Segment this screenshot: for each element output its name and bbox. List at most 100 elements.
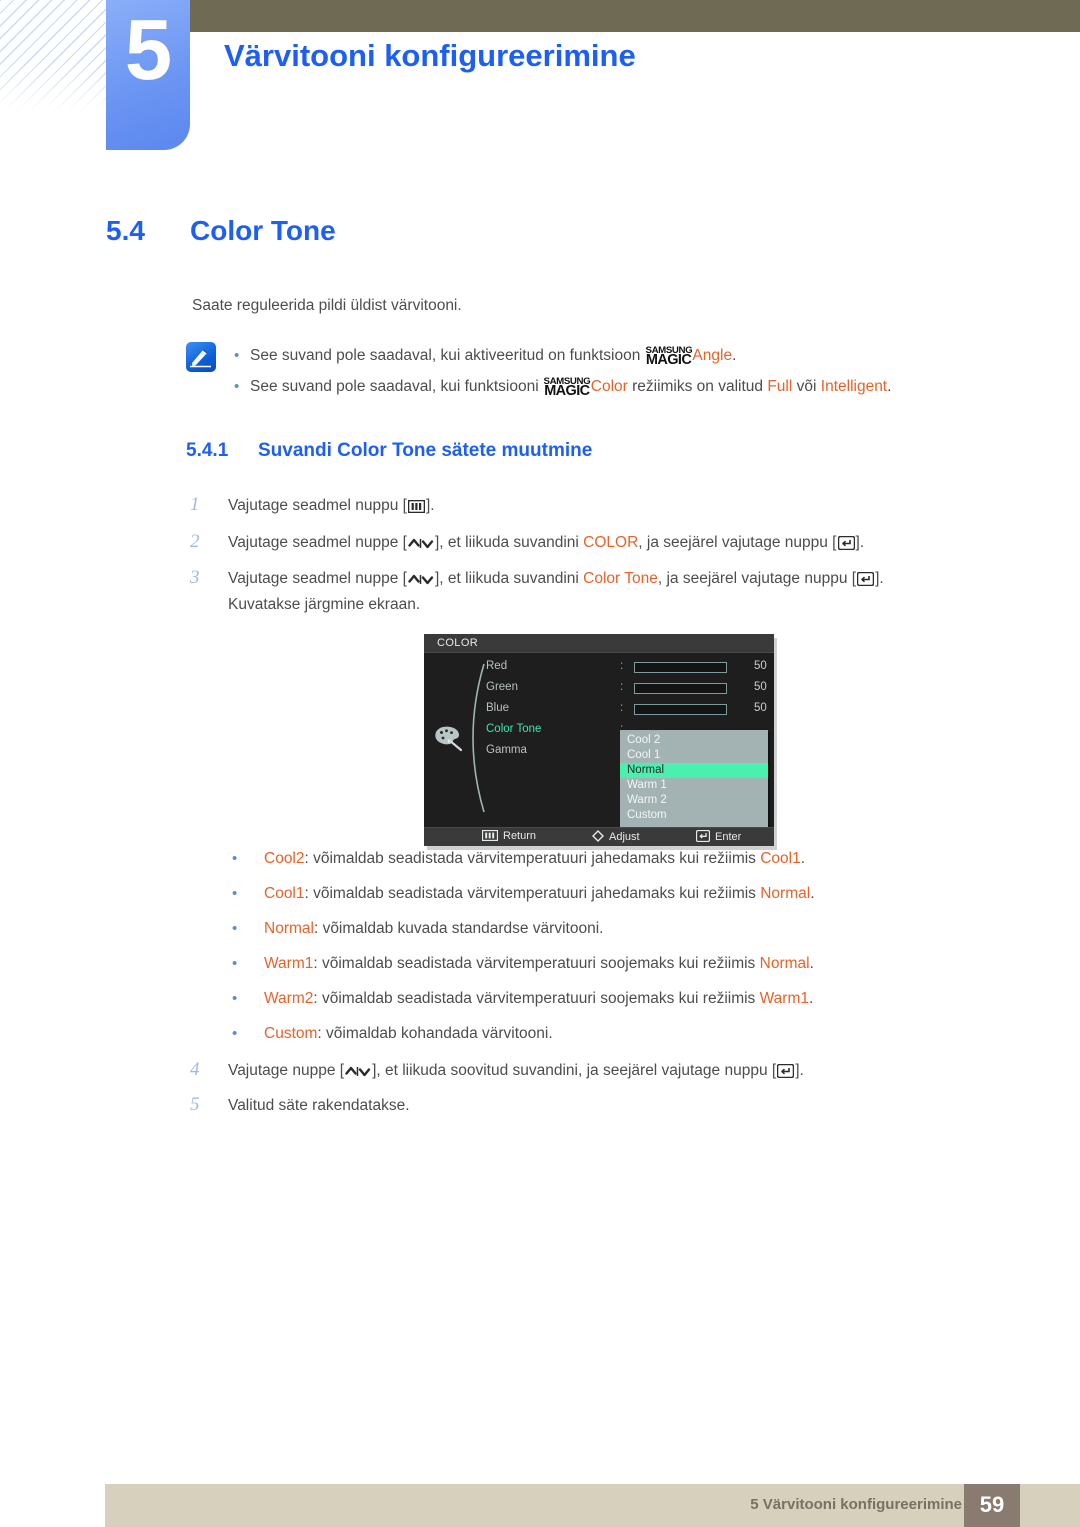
note-pen-icon [186,342,216,372]
bullet-glyph: • [234,347,240,364]
note-line-2-highlight: Color [590,378,628,395]
option-desc: : võimaldab seadistada värvitemperatuuri… [313,955,760,972]
bullet-glyph: • [232,920,238,937]
osd-row-label: Blue [486,702,510,714]
osd-row-green: Green : 50 [486,679,767,699]
wordmark-top: SAMSUNG [645,344,692,356]
chapter-title: Värvitooni konfigureerimine [224,38,636,73]
option-custom: • Custom: võimaldab kohandada värvitooni… [232,1025,553,1043]
option-name: Cool2 [264,850,305,867]
option-ref: Normal [760,885,811,902]
note-line: • See suvand pole saadaval, kui funktsio… [234,371,990,402]
step-text: Vajutage nuppe [ ], et liikuda soovitud s… [228,1058,804,1084]
step-2-mid: ], et liikuda suvandini [434,534,584,551]
note-lines: • See suvand pole saadaval, kui aktiveer… [234,340,990,402]
section-title: Color Tone [190,215,336,246]
diamond-icon [592,830,604,845]
bullet-glyph: • [232,990,238,1007]
option-desc: : võimaldab kuvada standardse värvitooni… [313,920,604,937]
osd-slider-red[interactable] [634,662,727,673]
option-end: . [800,850,806,867]
osd-slider-green[interactable] [634,683,727,694]
step-4: 4 Vajutage nuppe [], et liikuda soovitud… [190,1058,804,1084]
menu-bars-icon [407,500,425,513]
osd-row-value: 50 [754,660,767,672]
samsung-magic-wordmark: SAMSUNG MAGIC [645,344,692,368]
option-name: Custom [264,1025,318,1042]
step-5: 5 Valitud säte rakendatakse. [190,1093,410,1119]
step-text: Vajutage seadmel nuppe [], et liikuda su… [228,566,884,618]
step-1: 1 Vajutage seadmel nuppu []. [190,493,435,519]
note-line-1-highlight: Angle [692,347,733,364]
step-4-mid: ], et liikuda soovitud suvandini, ja see… [372,1062,777,1079]
bullet-glyph: • [232,850,238,867]
note-line-2-hl3: Intelligent [820,378,888,395]
step-3: 3 Vajutage seadmel nuppe [], et liikuda … [190,566,884,618]
color-tone-dropdown[interactable]: Cool 2 Cool 1 Normal Warm 1 Warm 2 Custo… [620,730,768,827]
section-number: 5.4 [106,215,145,246]
step-4-post: ]. [795,1062,804,1079]
step-4-pre: Vajutage nuppe [ [228,1062,345,1079]
dropdown-item-normal[interactable]: Normal [620,763,768,778]
option-end: . [810,885,815,902]
option-desc: : võimaldab seadistada värvitemperatuuri… [313,990,760,1007]
step-number: 1 [190,494,200,515]
option-normal: • Normal: võimaldab kuvada standardse vä… [232,920,603,938]
option-ref: Normal [759,955,810,972]
step-text: Vajutage seadmel nuppu []. [228,493,435,519]
osd-title: COLOR [437,637,479,649]
option-warm1: • Warm1: võimaldab seadistada värvitempe… [232,955,814,973]
step-number: 3 [190,567,200,588]
menu-bars-icon [481,829,499,844]
bullet-glyph: • [232,1025,238,1042]
subsection-title: Suvandi Color Tone sätete muutmine [258,440,593,461]
dropdown-item-cool1[interactable]: Cool 1 [620,748,768,763]
option-text: Custom: võimaldab kohandada värvitooni. [264,1025,553,1043]
osd-footer-label: Enter [715,831,742,843]
osd-footer-return[interactable]: Return [481,829,537,844]
step-2-mid2: , ja seejärel vajutage nuppu [ [638,534,837,551]
note-line-1-post: . [732,347,737,364]
up-down-arrows-icon [408,537,434,550]
note-line: • See suvand pole saadaval, kui aktiveer… [234,340,990,371]
wordmark-top: SAMSUNG [543,375,591,387]
osd-slider-blue[interactable] [634,704,727,715]
osd-footer-adjust[interactable]: Adjust [592,830,640,845]
enter-key-icon [695,829,711,845]
note-line-2-mid2: või [792,378,821,395]
dropdown-item-warm1[interactable]: Warm 1 [620,778,768,793]
osd-colon: : [620,681,624,693]
note-line-2-hl2: Full [767,378,793,395]
osd-footer-label: Return [503,830,537,842]
section-heading: 5.4 Color Tone [106,215,806,247]
note-line-2-mid: režiimiks on valitud [627,378,768,395]
osd-row-label: Color Tone [486,723,542,735]
enter-key-icon [777,1064,795,1078]
osd-footer-label: Adjust [609,831,640,843]
dropdown-item-custom[interactable]: Custom [620,808,768,823]
step-3-mid: ], et liikuda suvandini [434,570,584,587]
header-olive-bar [190,0,1080,32]
option-text: Cool2: võimaldab seadistada värvitempera… [264,850,805,868]
chapter-number-block: 5 [106,0,190,150]
page-footer: 5 Värvitooni konfigureerimine 59 [105,1484,1080,1527]
option-name: Warm2 [264,990,314,1007]
option-desc: : võimaldab seadistada värvitemperatuuri… [304,850,761,867]
dropdown-item-warm2[interactable]: Warm 2 [620,793,768,808]
option-text: Warm1: võimaldab seadistada värvitempera… [264,955,814,973]
osd-footer: Return Adjust Enter [424,827,774,846]
option-name: Warm1 [264,955,314,972]
dropdown-item-cool2[interactable]: Cool 2 [620,733,768,748]
bullet-glyph: • [234,378,240,395]
up-down-arrows-icon [345,1065,371,1078]
page-number-badge: 59 [964,1484,1020,1527]
osd-footer-enter[interactable]: Enter [695,829,742,845]
option-ref: Cool1 [760,850,801,867]
step-number: 5 [190,1094,200,1115]
note-line-2-pre: See suvand pole saadaval, kui funktsioon… [250,378,543,395]
note-line-1-pre: See suvand pole saadaval, kui aktiveerit… [250,347,645,364]
chapter-header: 5 Värvitooni konfigureerimine [0,0,1080,160]
option-name: Normal [264,920,314,937]
osd-row-label: Gamma [486,744,527,756]
step-text: Valitud säte rakendatakse. [228,1097,410,1114]
